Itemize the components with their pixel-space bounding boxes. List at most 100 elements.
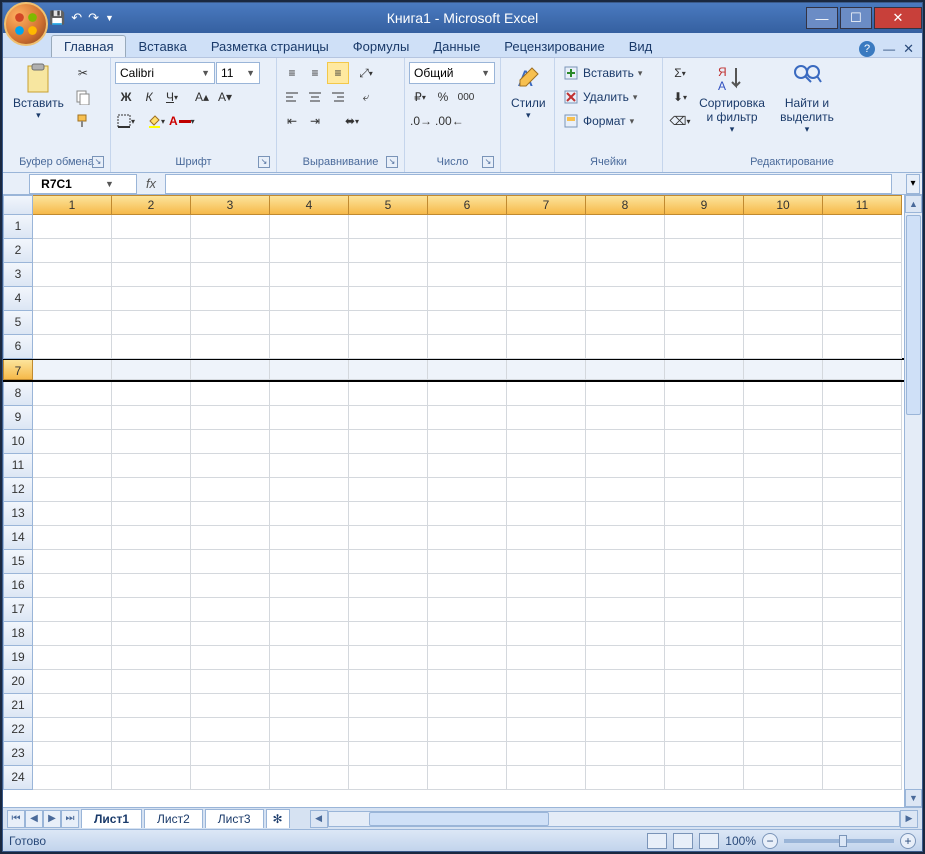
zoom-in-icon[interactable]: + (900, 833, 916, 849)
zoom-slider[interactable] (784, 839, 894, 843)
cell[interactable] (665, 646, 744, 670)
cell[interactable] (191, 406, 270, 430)
cell[interactable] (744, 406, 823, 430)
decrease-indent-icon[interactable]: ⇤ (281, 110, 303, 132)
cell[interactable] (665, 239, 744, 263)
cell[interactable] (507, 263, 586, 287)
underline-button[interactable]: Ч▾ (161, 86, 183, 108)
cell[interactable] (349, 239, 428, 263)
cell[interactable] (428, 766, 507, 790)
fx-icon[interactable]: fx (137, 176, 165, 191)
cell-grid[interactable]: 123456789101112131415161718192021222324 (3, 215, 904, 807)
number-dialog-launcher[interactable]: ↘ (482, 156, 494, 168)
new-sheet-icon[interactable]: ✻ (266, 809, 290, 828)
cell[interactable] (665, 670, 744, 694)
cell[interactable] (191, 239, 270, 263)
cell[interactable] (33, 574, 112, 598)
cell[interactable] (823, 526, 902, 550)
row-header[interactable]: 23 (3, 742, 33, 766)
cell[interactable] (428, 502, 507, 526)
cell[interactable] (349, 622, 428, 646)
align-dialog-launcher[interactable]: ↘ (386, 156, 398, 168)
cell[interactable] (744, 335, 823, 359)
cell[interactable] (665, 215, 744, 239)
cell[interactable] (823, 287, 902, 311)
font-color-button[interactable]: A▾ (168, 110, 196, 132)
cell[interactable] (112, 646, 191, 670)
cell[interactable] (507, 239, 586, 263)
cell[interactable] (507, 406, 586, 430)
cell[interactable] (823, 574, 902, 598)
percent-icon[interactable]: % (432, 86, 454, 108)
cell[interactable] (270, 502, 349, 526)
row-header[interactable]: 18 (3, 622, 33, 646)
expand-formula-bar-icon[interactable]: ▾ (906, 174, 920, 194)
cell[interactable] (823, 335, 902, 359)
cell[interactable] (428, 526, 507, 550)
cell[interactable] (349, 526, 428, 550)
tab-home[interactable]: Главная (51, 35, 126, 57)
view-page-break-icon[interactable] (699, 833, 719, 849)
cell[interactable] (270, 550, 349, 574)
scroll-left-icon[interactable]: ◀ (310, 810, 328, 828)
cell[interactable] (349, 646, 428, 670)
cell[interactable] (744, 574, 823, 598)
cell[interactable] (428, 598, 507, 622)
grow-font-button[interactable]: A▴ (191, 86, 213, 108)
cell[interactable] (33, 263, 112, 287)
cell[interactable] (586, 239, 665, 263)
cell[interactable] (665, 574, 744, 598)
cell[interactable] (191, 694, 270, 718)
cell[interactable] (744, 239, 823, 263)
cell[interactable] (33, 382, 112, 406)
row-header[interactable]: 7 (3, 360, 33, 380)
cell[interactable] (428, 670, 507, 694)
cell[interactable] (33, 311, 112, 335)
cell[interactable] (665, 622, 744, 646)
cell[interactable] (507, 742, 586, 766)
cell[interactable] (744, 550, 823, 574)
cell[interactable] (191, 646, 270, 670)
row-header[interactable]: 11 (3, 454, 33, 478)
cell[interactable] (191, 718, 270, 742)
cell[interactable] (507, 622, 586, 646)
close-workbook-icon[interactable]: ✕ (903, 41, 914, 57)
cell[interactable] (428, 263, 507, 287)
cell[interactable] (191, 526, 270, 550)
cell[interactable] (665, 502, 744, 526)
row-header[interactable]: 4 (3, 287, 33, 311)
cell[interactable] (744, 742, 823, 766)
cell[interactable] (665, 335, 744, 359)
cell[interactable] (744, 263, 823, 287)
cell[interactable] (744, 622, 823, 646)
cell[interactable] (112, 360, 191, 380)
cell[interactable] (507, 646, 586, 670)
cell[interactable] (586, 574, 665, 598)
zoom-level[interactable]: 100% (725, 834, 756, 848)
cell[interactable] (665, 382, 744, 406)
cell[interactable] (33, 670, 112, 694)
cell[interactable] (112, 526, 191, 550)
cell[interactable] (507, 574, 586, 598)
scroll-up-icon[interactable]: ▲ (905, 195, 922, 213)
cell[interactable] (586, 694, 665, 718)
increase-decimal-icon[interactable]: .0→ (409, 110, 433, 132)
cell[interactable] (270, 430, 349, 454)
cell[interactable] (665, 406, 744, 430)
name-box[interactable]: R7C1▼ (29, 174, 137, 194)
cell[interactable] (33, 239, 112, 263)
office-button[interactable] (4, 2, 48, 46)
cell[interactable] (665, 766, 744, 790)
cell[interactable] (507, 550, 586, 574)
cell[interactable] (112, 742, 191, 766)
cell[interactable] (823, 646, 902, 670)
orientation-icon[interactable]: ⤢▾ (355, 62, 377, 84)
cell[interactable] (349, 406, 428, 430)
cell[interactable] (823, 622, 902, 646)
cell[interactable] (665, 526, 744, 550)
font-dialog-launcher[interactable]: ↘ (258, 156, 270, 168)
row-header[interactable]: 22 (3, 718, 33, 742)
cell[interactable] (33, 526, 112, 550)
cell[interactable] (349, 766, 428, 790)
cell[interactable] (507, 335, 586, 359)
